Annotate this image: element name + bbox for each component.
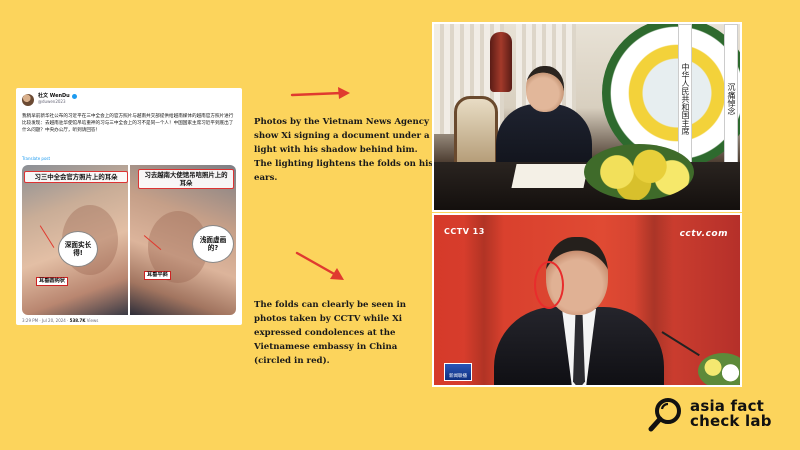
avatar <box>22 94 34 106</box>
chair <box>454 96 498 166</box>
arrow-down-right-icon <box>295 251 344 280</box>
slide: 杜文 WenDu @duwen2023 我稍早前新华社公布的习近平在三中全会上的… <box>0 0 800 450</box>
condolence-book <box>511 164 589 188</box>
image-right-bubble: 浅面虚画的? <box>192 225 234 263</box>
tweet-image-right: 习去越南大使馆吊唁照片上的耳朵 浅面虚画的? 耳垂平斜 <box>130 165 236 315</box>
image-left-bubble: 深面实长得! <box>58 231 98 267</box>
brand-text: asia fact check lab <box>690 399 772 429</box>
translate-link[interactable]: Translate post <box>22 156 236 161</box>
image-left-caption: 习三中全会官方照片上的耳朵 <box>24 171 128 183</box>
image-right-caption: 习去越南大使馆吊唁照片上的耳朵 <box>138 169 234 189</box>
tweet-body: 我稍早前新华社公布的习近平在三中全会上的官方照片与越南共交部提供给越南媒体的越南… <box>22 114 234 133</box>
brand-logo: asia fact check lab <box>648 396 772 432</box>
cctv-com-logo: cctv.com <box>679 229 728 239</box>
news-program-badge: 新闻联播 <box>444 363 472 381</box>
person-head <box>526 66 564 112</box>
image-right-tag: 耳垂平斜 <box>144 271 171 280</box>
wreath-ribbon-right: 沉痛悼念 <box>724 24 738 174</box>
tweet-images: 习三中全会官方照片上的耳朵 深面实长得! 耳垂圆钩状 习去越南大使馆吊唁照片上的… <box>22 165 236 315</box>
magnifier-icon <box>648 398 681 432</box>
tweet-screenshot: 杜文 WenDu @duwen2023 我稍早前新华社公布的习近平在三中全会上的… <box>16 88 242 325</box>
tweet-meta: 3:29 PM · Jul 20, 2024 · 538.7K Views <box>22 318 99 323</box>
tweet-time: 3:29 PM · Jul 20, 2024 <box>22 318 66 323</box>
tweet-views-label: Views <box>86 318 99 323</box>
vase <box>490 32 512 92</box>
tweet-author-handle: @duwen2023 <box>38 99 66 104</box>
tweet-header: 杜文 WenDu @duwen2023 <box>22 93 236 109</box>
arrow-right-icon <box>290 87 350 99</box>
image-left-tag: 耳垂圆钩状 <box>36 277 68 286</box>
caption-bottom: The folds can clearly be seen in photos … <box>254 300 406 366</box>
flowers <box>698 353 740 385</box>
photo-cctv: CCTV 13 cctv.com 新闻联播 <box>432 213 742 387</box>
wreath-ribbon-left: 中华人民共和国主席 <box>678 24 692 174</box>
tweet-author: 杜文 WenDu @duwen2023 <box>38 93 77 105</box>
photo-signing: 中华人民共和国主席 沉痛悼念 <box>432 22 742 212</box>
flowers <box>584 144 694 200</box>
brand-line-2: check lab <box>690 412 772 430</box>
tweet-views-count: 538.7K <box>69 318 86 323</box>
verified-icon <box>71 93 77 99</box>
red-circle-highlight <box>534 261 564 309</box>
tweet-image-left: 习三中全会官方照片上的耳朵 深面实长得! 耳垂圆钩状 <box>22 165 128 315</box>
red-arrow <box>39 225 55 249</box>
caption-top: Photos by the Vietnam News Agency show X… <box>254 117 434 183</box>
cctv13-logo: CCTV 13 <box>444 227 485 236</box>
